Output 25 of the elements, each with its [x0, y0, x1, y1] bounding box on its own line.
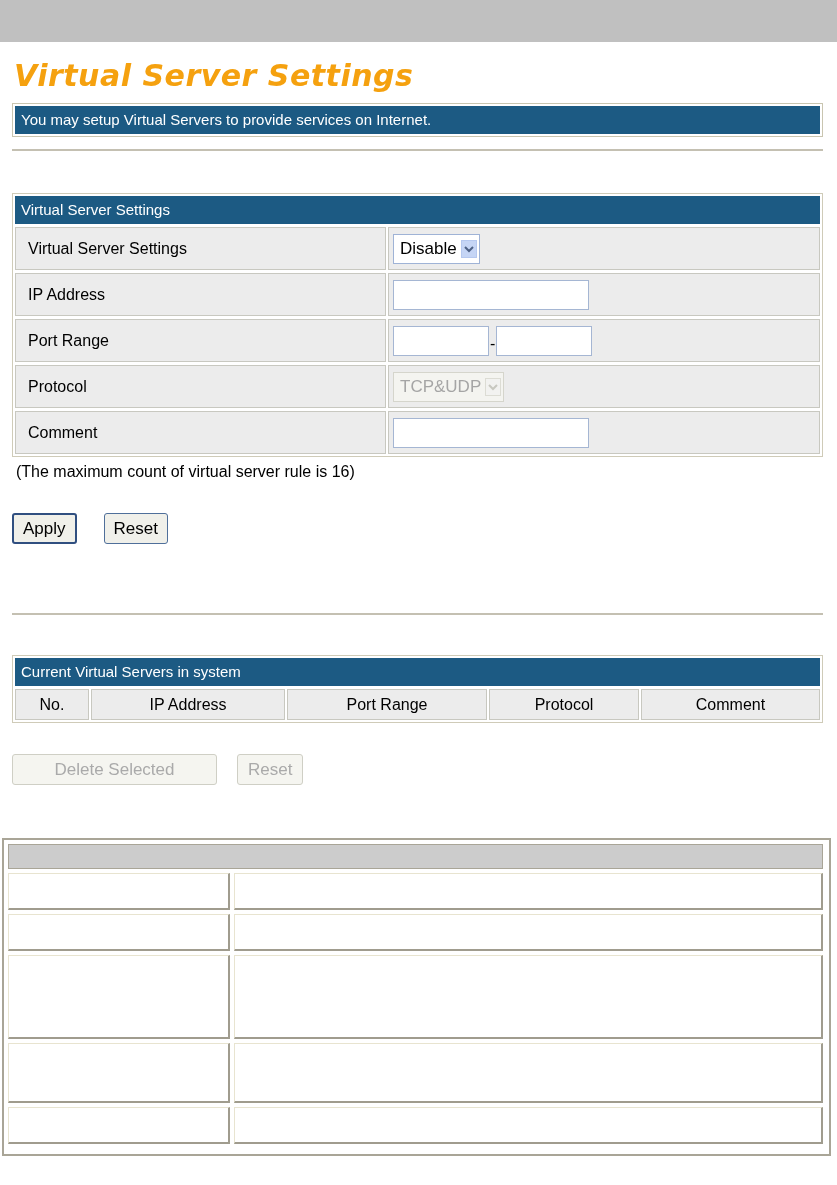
caret-icon	[485, 377, 502, 396]
column-header: Comment	[641, 689, 820, 720]
section-header: Virtual Server Settings	[15, 196, 820, 224]
field-label: Virtual Server Settings	[15, 227, 386, 270]
dropdown[interactable]: Disable	[393, 233, 480, 264]
field-label: Port Range	[15, 319, 386, 362]
range-separator: -	[489, 333, 497, 353]
field-label: Protocol	[15, 365, 386, 408]
column-header: IP Address	[91, 689, 285, 720]
section-header: Current Virtual Servers in system	[15, 658, 820, 686]
info-banner: You may setup Virtual Servers to provide services on Internet.	[15, 106, 820, 134]
column-header: Port Range	[287, 689, 487, 720]
field-label: Comment	[15, 411, 386, 454]
column-header: Protocol	[489, 689, 639, 720]
input-field[interactable]	[393, 279, 589, 310]
input-field[interactable]	[496, 325, 593, 356]
apply-button[interactable]: Apply	[12, 513, 77, 544]
note-text: (The maximum count of virtual server rule is 16)	[16, 463, 356, 481]
field-label: IP Address	[15, 273, 386, 316]
column-header: No.	[15, 689, 89, 720]
caret-icon	[460, 239, 477, 258]
reset-button[interactable]: Reset	[103, 513, 168, 544]
input-field[interactable]	[393, 417, 589, 448]
input-field[interactable]	[393, 325, 489, 356]
page-title: Virtual Server Settings	[14, 58, 415, 94]
